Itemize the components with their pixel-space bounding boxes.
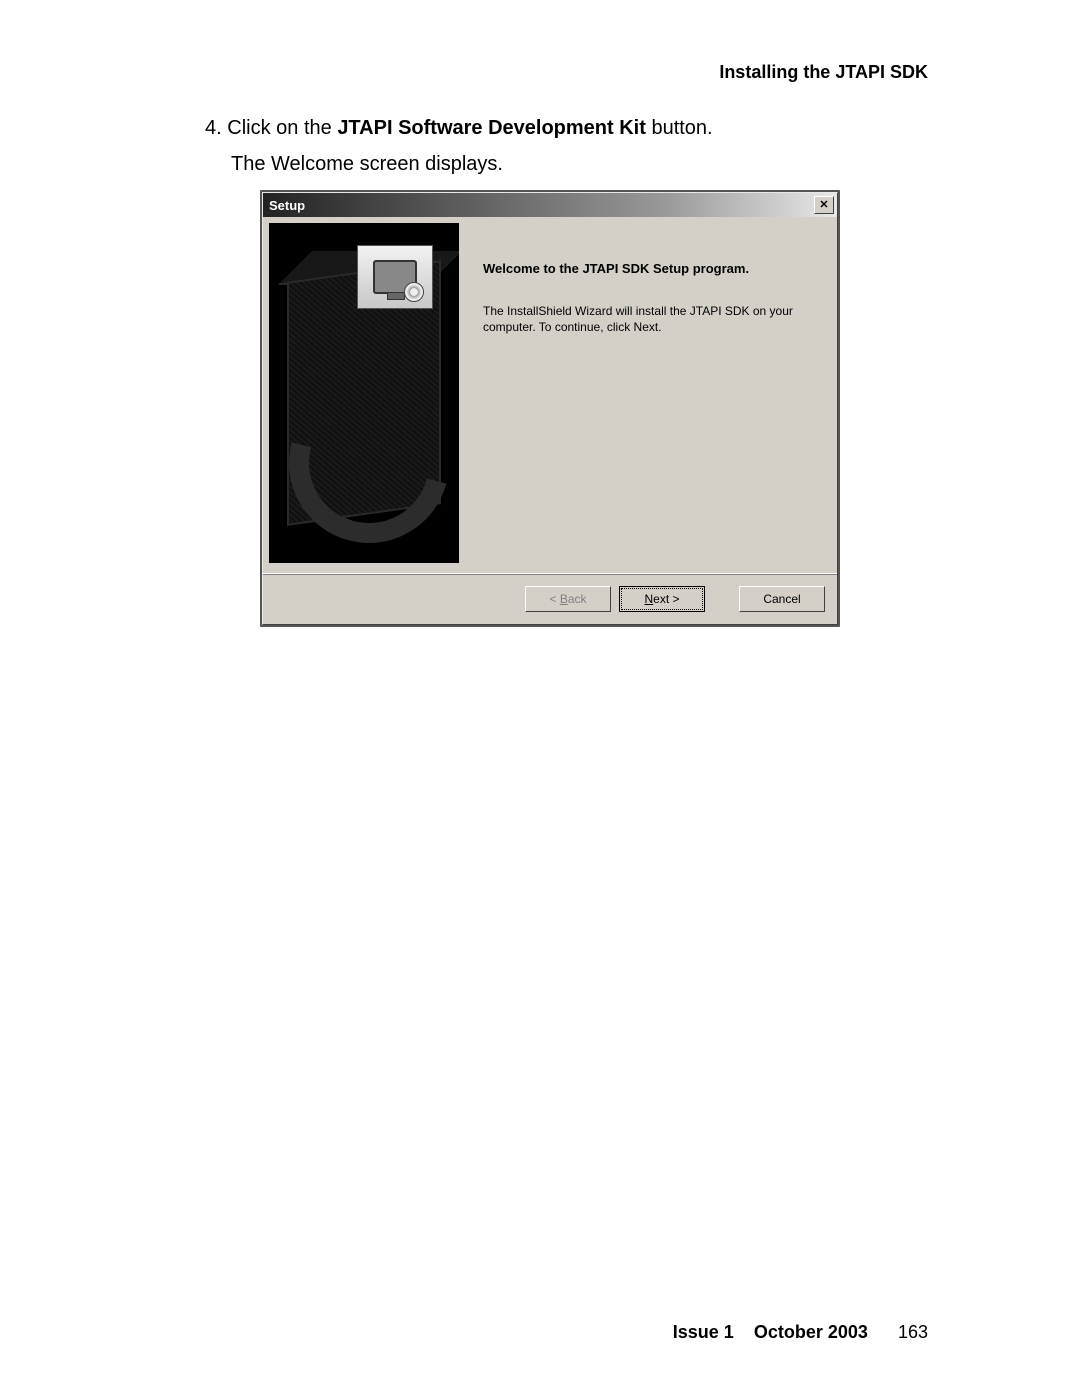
wizard-side-graphic — [269, 223, 459, 563]
step-text-bold: JTAPI Software Development Kit — [337, 117, 646, 139]
window-title: Setup — [269, 198, 305, 213]
back-underline: B — [560, 592, 568, 606]
wizard-heading: Welcome to the JTAPI SDK Setup program. — [483, 261, 813, 276]
footer-date: October 2003 — [754, 1322, 868, 1342]
footer-page-number: 163 — [898, 1322, 928, 1342]
document-page: Installing the JTAPI SDK 4. Click on the… — [0, 0, 1080, 1397]
step-text-prefix: Click on the — [227, 117, 337, 139]
button-gap — [713, 586, 731, 612]
setup-window: Setup ✕ Welcome to the JTAPI SDK Setup — [262, 192, 838, 625]
setup-window-screenshot: Setup ✕ Welcome to the JTAPI SDK Setup — [260, 190, 840, 627]
wizard-body: Welcome to the JTAPI SDK Setup program. … — [263, 217, 837, 573]
installer-icon — [357, 245, 433, 309]
footer-issue: Issue 1 — [673, 1322, 734, 1342]
titlebar: Setup ✕ — [263, 193, 837, 217]
disc-icon — [404, 282, 424, 302]
close-icon: ✕ — [819, 200, 828, 211]
page-header: Installing the JTAPI SDK — [719, 62, 928, 83]
next-rest: ext > — [653, 592, 679, 606]
next-underline: N — [644, 592, 653, 606]
step-text-line2: The Welcome screen displays. — [231, 148, 905, 180]
close-button[interactable]: ✕ — [814, 196, 834, 214]
header-title: Installing the JTAPI SDK — [719, 62, 928, 82]
wizard-body-text: The InstallShield Wizard will install th… — [483, 304, 813, 335]
back-button: < Back — [525, 586, 611, 612]
next-button-inner: Next > — [621, 588, 703, 610]
wizard-button-bar: < Back Next > Cancel — [263, 573, 837, 624]
back-prefix: < — [549, 592, 559, 606]
wizard-content: Welcome to the JTAPI SDK Setup program. … — [459, 223, 829, 573]
cancel-button[interactable]: Cancel — [739, 586, 825, 612]
instruction-step: 4. Click on the JTAPI Software Developme… — [205, 112, 905, 180]
step-text-suffix: button. — [646, 117, 713, 139]
back-rest: ack — [568, 592, 587, 606]
cancel-label: Cancel — [763, 592, 800, 606]
page-footer: Issue 1 October 2003 163 — [673, 1322, 928, 1343]
next-button[interactable]: Next > — [619, 586, 705, 612]
step-number: 4. — [205, 117, 222, 139]
